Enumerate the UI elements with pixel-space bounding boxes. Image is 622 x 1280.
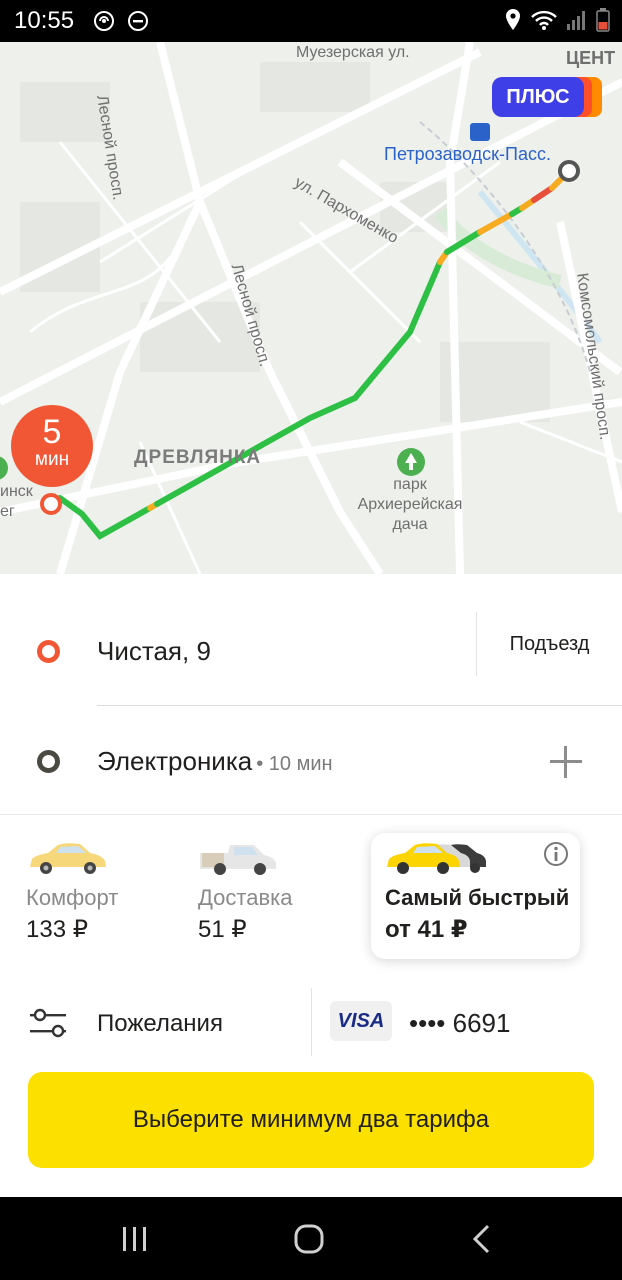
eta-unit: мин [34, 449, 70, 470]
district-label: ДРЕВЛЯНКА [134, 447, 262, 468]
signal-icon [567, 11, 585, 30]
eta-value: 5 [42, 413, 62, 451]
destination-marker [558, 160, 580, 182]
destination-dot-icon [37, 750, 60, 773]
street-label-muezerskaya: Муезерская ул. [296, 44, 410, 61]
fastest-cars-icon [387, 843, 486, 874]
tariff-name: Доставка [198, 885, 293, 910]
tariff-comfort[interactable]: Комфорт 133 ₽ [26, 833, 176, 959]
tariff-fastest[interactable]: Самый быстрый от 41 ₽ [371, 833, 580, 959]
origin-address: Чистая, 9 [97, 636, 211, 666]
route-to-row[interactable]: Электроника • 10 мин [0, 706, 622, 816]
recent-apps-icon[interactable] [115, 1219, 155, 1259]
destination-time: • 10 мин [256, 753, 333, 775]
select-tariffs-button[interactable]: Выберите минимум два тарифа [28, 1072, 594, 1168]
wifi-icon [531, 10, 557, 30]
delivery-car-icon [200, 845, 276, 875]
battery-icon [596, 8, 610, 32]
plus-badge[interactable]: ПЛЮС [492, 77, 608, 117]
status-bar: 10:55 [0, 0, 622, 42]
map-streets [0, 42, 622, 574]
sliders-icon [30, 1008, 66, 1038]
district-label-center: ЦЕНТ [566, 48, 616, 68]
location-icon [506, 9, 520, 30]
park-label: парк Архиерейская дача [357, 476, 463, 533]
entrance-button[interactable]: Подъезд [476, 612, 622, 676]
card-number: •••• 6691 [409, 1008, 511, 1038]
system-nav-bar [0, 1197, 622, 1280]
origin-dot-icon [37, 640, 60, 663]
divider [0, 814, 622, 815]
tariff-price: от 41 ₽ [385, 916, 468, 943]
eta-bubble: 5 мин [11, 405, 93, 487]
map-view[interactable]: Муезерская ул. ЦЕНТ Лесной просп. ул. Па… [0, 42, 622, 574]
comfort-car-icon [30, 843, 106, 874]
street-label-left-edge: инск ег [0, 483, 33, 520]
destination-address: Электроника [97, 746, 253, 776]
add-stop-plus-icon[interactable] [546, 742, 586, 782]
wishes-label: Пожелания [97, 1010, 223, 1037]
station-label[interactable]: Петрозаводск-Пасс. [384, 144, 551, 165]
tariff-price: 51 ₽ [198, 916, 247, 943]
info-icon[interactable] [543, 841, 569, 867]
origin-marker [40, 493, 62, 515]
home-icon[interactable] [289, 1219, 329, 1259]
wishes-button[interactable]: Пожелания [0, 988, 310, 1056]
train-station-icon [470, 123, 490, 141]
tariff-delivery[interactable]: Доставка 51 ₽ [198, 833, 348, 959]
tariff-name: Комфорт [26, 885, 119, 910]
destination-address-wrap: Электроника • 10 мин [97, 746, 333, 777]
back-icon[interactable] [462, 1219, 502, 1259]
tariff-price: 133 ₽ [26, 916, 88, 943]
status-time: 10:55 [14, 7, 75, 34]
route-from-row[interactable]: Чистая, 9 Подъезд [0, 596, 622, 706]
do-not-disturb-icon [128, 11, 148, 31]
visa-logo-icon: VISA [330, 1001, 392, 1041]
payment-method-button[interactable]: VISA •••• 6691 [311, 988, 622, 1056]
tariff-name: Самый быстрый [385, 885, 570, 910]
sync-icon [94, 11, 114, 31]
plus-badge-label: ПЛЮС [492, 77, 584, 117]
